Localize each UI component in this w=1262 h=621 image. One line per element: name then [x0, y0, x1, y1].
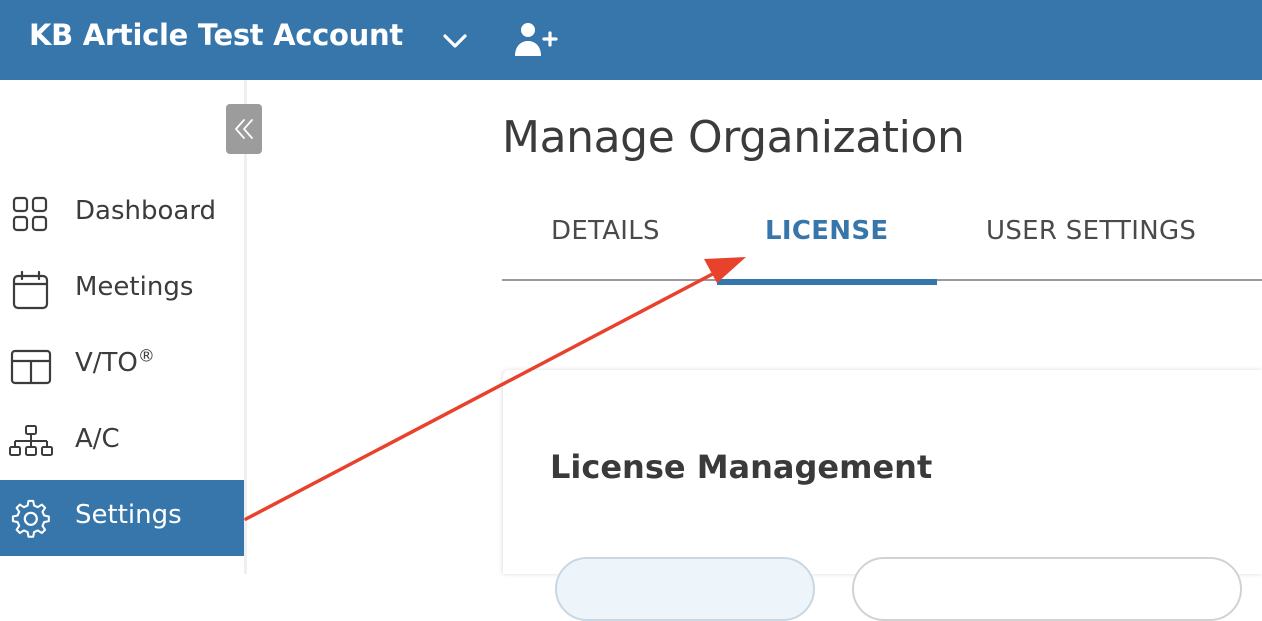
- tab-license[interactable]: LICENSE: [765, 216, 888, 246]
- top-bar: KB Article Test Account: [0, 0, 1262, 80]
- page-title: Manage Organization: [502, 112, 965, 163]
- sidebar-item-label: Dashboard: [75, 196, 217, 226]
- sidebar-item-dashboard[interactable]: Dashboard: [0, 176, 244, 252]
- user-plus-icon[interactable]: [512, 20, 560, 60]
- sidebar-item-meetings[interactable]: Meetings: [0, 252, 244, 328]
- license-option-pill[interactable]: [555, 557, 815, 621]
- sidebar-item-vto[interactable]: V/TO®: [0, 328, 244, 404]
- sidebar-divider: [244, 80, 247, 574]
- tab-details[interactable]: DETAILS: [551, 216, 660, 246]
- sidebar-item-label: Settings: [75, 500, 182, 530]
- layout-icon: [10, 349, 52, 385]
- chevron-down-icon[interactable]: [441, 30, 469, 52]
- calendar-icon: [12, 271, 49, 310]
- grid-icon: [12, 196, 48, 232]
- organization-name[interactable]: KB Article Test Account: [29, 18, 403, 52]
- tab-user-settings[interactable]: USER SETTINGS: [986, 216, 1196, 246]
- double-chevron-left-icon: [235, 119, 253, 139]
- gear-icon: [11, 499, 50, 538]
- sidebar-item-ac[interactable]: A/C: [0, 404, 244, 480]
- sidebar-item-label: A/C: [75, 424, 120, 454]
- license-option-pill[interactable]: [852, 557, 1242, 621]
- org-chart-icon: [9, 425, 53, 456]
- sidebar-item-label: V/TO®: [75, 346, 155, 378]
- active-tab-indicator: [717, 279, 937, 285]
- card-title: License Management: [550, 448, 933, 486]
- sidebar-item-settings[interactable]: Settings: [0, 480, 244, 556]
- collapse-sidebar-button[interactable]: [226, 104, 262, 154]
- sidebar-item-label: Meetings: [75, 272, 194, 302]
